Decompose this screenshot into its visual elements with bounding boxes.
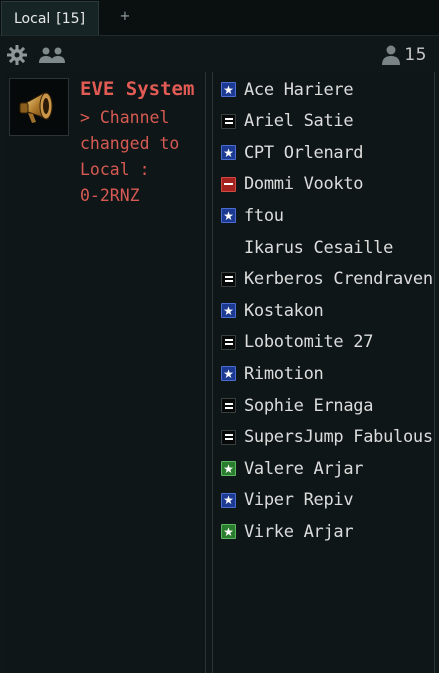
member-row[interactable]: SupersJump Fabulous (213, 422, 434, 453)
member-name: Virke Arjar (244, 521, 354, 542)
member-name: CPT Orlenard (244, 142, 364, 163)
member-row[interactable]: ★ Rimotion (213, 358, 434, 389)
message-sender: EVE System (80, 78, 195, 100)
member-row[interactable]: ★ ftou (213, 200, 434, 231)
member-name: Lobotomite 27 (244, 332, 374, 353)
member-name: Valere Arjar (244, 458, 364, 479)
no-standing-icon (221, 240, 236, 255)
member-row[interactable]: Lobotomite 27 (213, 327, 434, 358)
member-name: Ariel Satie (244, 111, 354, 132)
message-pane[interactable]: EVE System > Channel changed to Local : … (4, 72, 206, 673)
tab-local[interactable]: Local [15] (1, 1, 99, 35)
neutral-standing-icon (221, 398, 236, 413)
member-name: SupersJump Fabulous (244, 427, 433, 448)
green-star-standing-icon: ★ (221, 524, 236, 540)
blue-star-standing-icon: ★ (221, 492, 236, 508)
member-name: Sophie Ernaga (244, 395, 374, 416)
member-row[interactable]: Sophie Ernaga (213, 390, 434, 421)
member-row[interactable]: ★ Viper Repiv (213, 485, 434, 516)
neutral-standing-icon (221, 334, 236, 350)
member-list[interactable]: ★ Ace Hariere Ariel Satie ★ CPT Orlenard Domm… (212, 72, 435, 673)
person-icon (382, 45, 401, 65)
gear-icon[interactable] (6, 44, 28, 66)
member-name: Kostakon (244, 300, 324, 321)
message-text: > Channel changed to Local : 0-2RNZ (80, 108, 180, 205)
members-icon[interactable] (38, 45, 68, 65)
green-star-standing-icon: ★ (221, 461, 236, 477)
blue-star-standing-icon: ★ (221, 366, 236, 382)
megaphone-icon (19, 92, 53, 123)
member-row[interactable]: Dommi Vookto (213, 169, 434, 200)
member-name: Rimotion (244, 363, 324, 384)
blue-star-standing-icon: ★ (221, 303, 236, 319)
member-name: Kerberos Crendraven (244, 269, 433, 290)
blue-star-standing-icon: ★ (221, 82, 236, 97)
member-row[interactable]: ★ CPT Orlenard (213, 137, 434, 168)
pilot-count-display: 15 (381, 43, 427, 67)
member-name: Ace Hariere (244, 79, 354, 100)
member-name: Ikarus Cesaille (244, 237, 394, 258)
tab-label: Local (14, 10, 51, 27)
member-row[interactable]: Kerberos Crendraven (213, 264, 434, 295)
member-row[interactable]: ★ Virke Arjar (213, 516, 434, 547)
blue-star-standing-icon: ★ (221, 145, 236, 161)
member-name: Viper Repiv (244, 490, 354, 511)
member-row[interactable]: Ariel Satie (213, 106, 434, 137)
member-row[interactable]: Ikarus Cesaille (213, 232, 434, 263)
add-tab-button[interactable]: + (118, 8, 132, 26)
system-avatar (9, 78, 69, 136)
member-row[interactable]: ★ Ace Hariere (213, 74, 434, 105)
member-row[interactable]: ★ Valere Arjar (213, 453, 434, 484)
neutral-standing-icon (221, 271, 236, 287)
pilot-count: 15 (404, 45, 427, 65)
local-chat-window: Local [15] + 15 EVE System > Channel cha… (0, 0, 439, 673)
member-name: Dommi Vookto (244, 174, 364, 195)
tab-member-count: [15] (56, 10, 86, 27)
member-name: ftou (244, 205, 284, 226)
red-minus-standing-icon (221, 176, 236, 192)
neutral-standing-icon (221, 113, 236, 129)
tab-bar: Local [15] + (0, 0, 439, 36)
member-row[interactable]: ★ Kostakon (213, 295, 434, 326)
blue-star-standing-icon: ★ (221, 208, 236, 224)
neutral-standing-icon (221, 429, 236, 445)
